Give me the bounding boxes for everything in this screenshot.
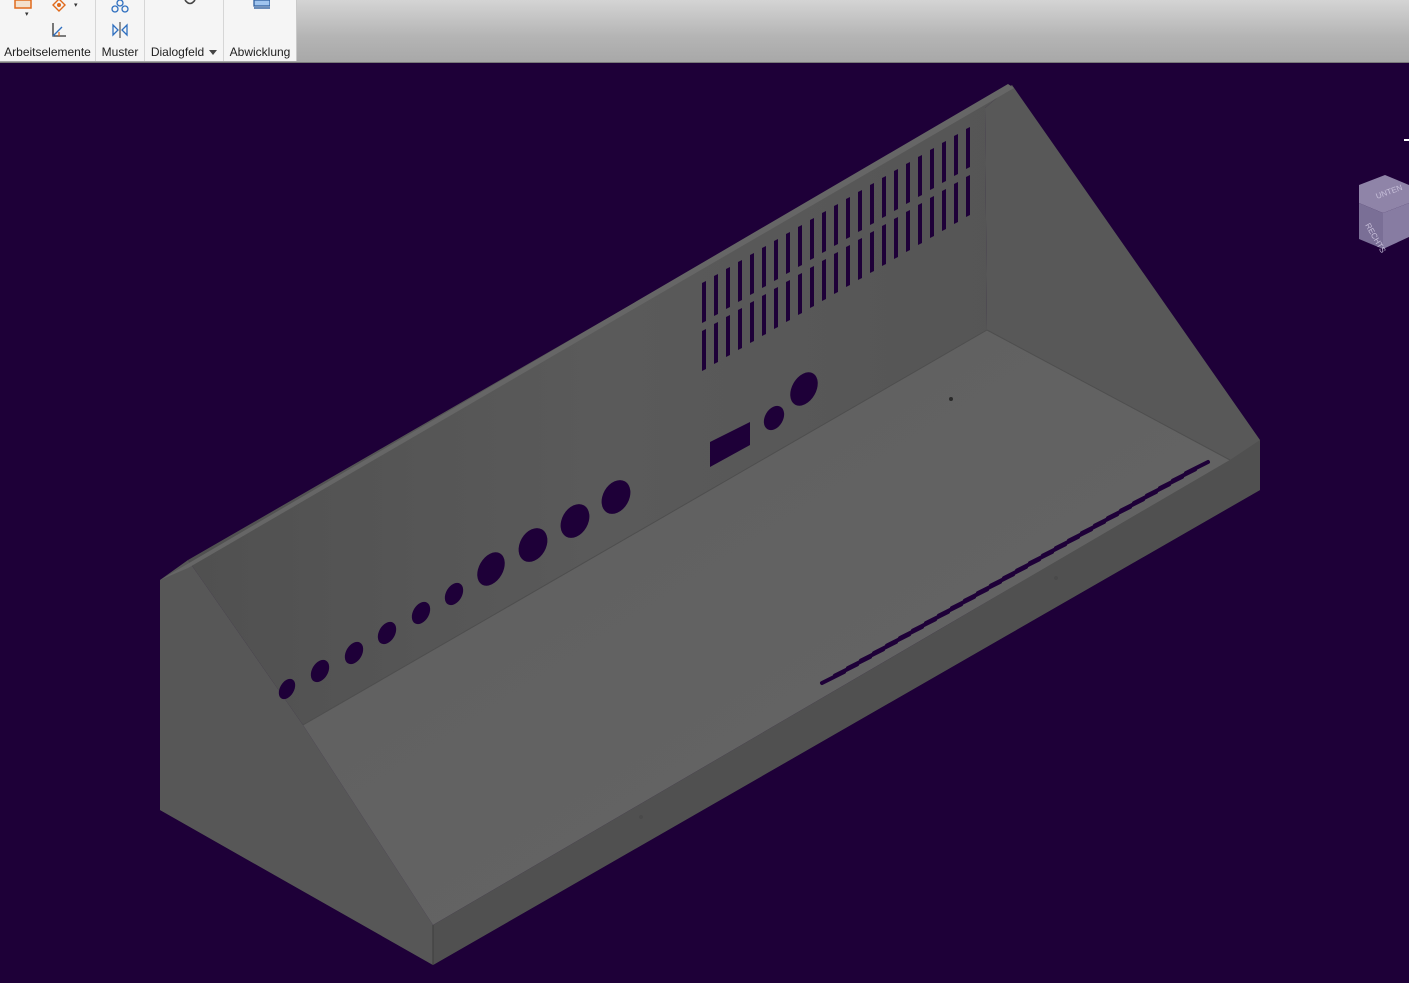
ribbon: ▾ ▾ Arbeitselemente Muster Dialogfeld Ab… [0, 0, 1409, 63]
vent-slot [906, 210, 910, 252]
flat-pattern-icon[interactable] [252, 0, 270, 14]
vent-slot [762, 246, 766, 288]
vent-slot [798, 273, 802, 315]
vent-slot [918, 203, 922, 245]
vent-slot [942, 141, 946, 183]
work-point-icon[interactable] [50, 0, 68, 15]
sheet-metal-enclosure[interactable] [0, 63, 1409, 983]
dialogfeld-dropdown-icon[interactable] [209, 50, 218, 56]
vent-slot [774, 287, 778, 329]
dialog-tool-icon[interactable] [181, 0, 199, 12]
vent-slot [750, 253, 754, 295]
vent-slot [834, 252, 838, 294]
ucs-icon[interactable] [50, 21, 68, 39]
vent-slot [870, 183, 874, 225]
vent-slot [858, 238, 862, 280]
vent-slot [798, 225, 802, 267]
panel-arbeitselemente: ▾ ▾ Arbeitselemente [0, 0, 96, 61]
vent-slot [714, 274, 718, 316]
vent-slot [930, 148, 934, 190]
work-point-dropdown-icon[interactable]: ▾ [74, 1, 78, 9]
panel-label-muster: Muster [101, 45, 139, 59]
vent-slot [786, 232, 790, 274]
vent-slot [822, 259, 826, 301]
vent-slot [702, 329, 706, 371]
ribbon-panels: ▾ ▾ Arbeitselemente Muster Dialogfeld Ab… [0, 0, 297, 61]
mount-hole [639, 815, 643, 819]
panel-muster: Muster [96, 0, 145, 61]
vent-slot [894, 169, 898, 211]
mount-hole [949, 397, 953, 401]
vent-slot [810, 266, 814, 308]
vent-slot [726, 267, 730, 309]
vent-slot [954, 182, 958, 224]
vent-slot [834, 204, 838, 246]
vent-slot [966, 127, 970, 169]
vent-slot [894, 217, 898, 259]
vent-slot [870, 231, 874, 273]
panel-label-arbeitselemente: Arbeitselemente [4, 45, 91, 59]
vent-slot [906, 162, 910, 204]
vent-slot [726, 315, 730, 357]
vent-slot [966, 175, 970, 217]
sketch-dropdown-icon[interactable]: ▾ [25, 10, 29, 18]
viewport-marker [1404, 139, 1409, 141]
vent-slot [882, 224, 886, 266]
vent-slot [750, 301, 754, 343]
vent-slot [822, 211, 826, 253]
vent-slot [786, 280, 790, 322]
vent-slot [846, 245, 850, 287]
mount-hole [1054, 576, 1058, 580]
vent-slot [762, 294, 766, 336]
vent-slot [918, 155, 922, 197]
vent-slot [714, 322, 718, 364]
vent-slot [858, 190, 862, 232]
panel-abwicklung: Abwicklung [224, 0, 296, 61]
vent-slot [882, 176, 886, 218]
mirror-icon[interactable] [111, 21, 129, 39]
panel-label-dialogfeld[interactable]: Dialogfeld [145, 45, 223, 59]
sketch-icon[interactable] [14, 0, 32, 14]
graphics-viewport[interactable]: UNTEN RECHTS [0, 63, 1409, 983]
vent-slot [738, 260, 742, 302]
viewcube[interactable]: UNTEN RECHTS [1355, 173, 1409, 255]
vent-slot [942, 189, 946, 231]
rectangular-pattern-icon[interactable] [111, 0, 129, 16]
vent-slot [702, 281, 706, 323]
panel-label-abwicklung: Abwicklung [229, 45, 291, 59]
vent-slot [810, 218, 814, 260]
vent-slot [930, 196, 934, 238]
vent-slot [738, 308, 742, 350]
vent-slot [954, 134, 958, 176]
vent-slot [846, 197, 850, 239]
panel-dialogfeld: Dialogfeld [145, 0, 224, 61]
vent-slot [774, 239, 778, 281]
